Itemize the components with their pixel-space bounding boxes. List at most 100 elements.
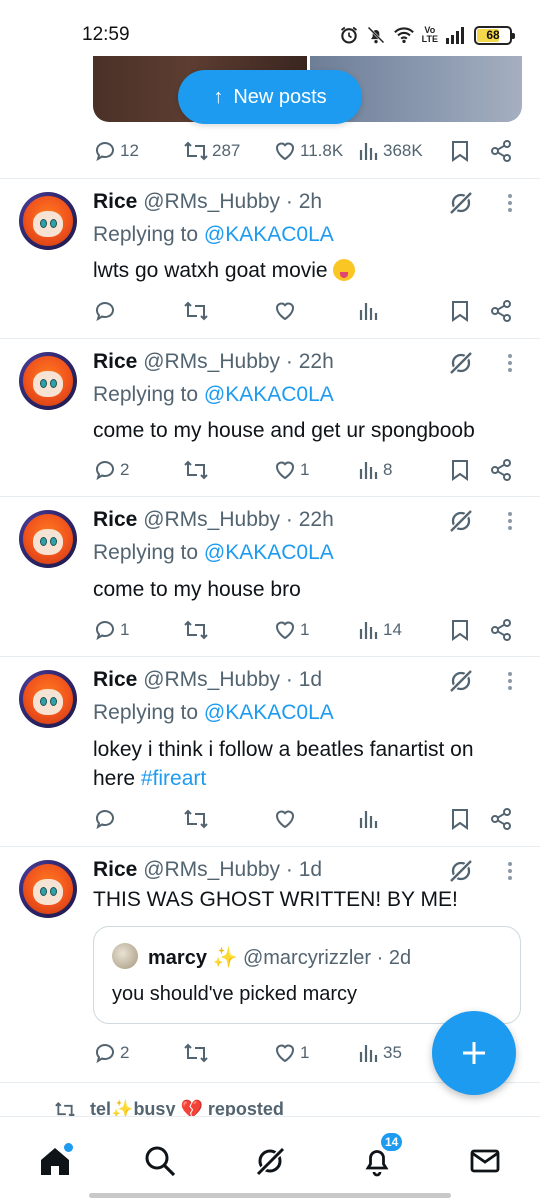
like-button[interactable]: 1 [273,456,309,484]
display-name: Rice [93,858,138,881]
repost-button[interactable] [183,297,212,325]
views-icon [359,811,378,828]
tweet-text: THIS WAS GHOST WRITTEN! BY ME! [93,885,513,914]
reply-icon [96,621,114,641]
volte-indicator: Vo LTE [421,25,438,44]
heart-icon [275,461,295,480]
share-icon [491,619,511,641]
reply-icon [96,461,114,481]
repost-button[interactable] [183,616,212,644]
grok-button[interactable] [448,668,474,694]
grok-button[interactable] [448,508,474,534]
quote-avatar[interactable] [112,943,138,969]
reply-button[interactable]: 1 [93,616,129,644]
avatar[interactable] [19,510,77,568]
tweet-time: · 1d [285,858,323,881]
heart-icon [275,810,295,829]
repost-button[interactable] [183,1039,212,1067]
repost-icon [184,620,208,640]
grok-icon [449,351,473,375]
views-button[interactable]: 368K [358,137,423,165]
bookmark-button[interactable] [449,456,471,484]
quote-name: marcy [148,947,207,969]
avatar[interactable] [19,352,77,410]
user-handle: @RMs_Hubby [143,350,281,373]
share-icon [491,140,511,162]
views-button[interactable]: 8 [358,456,392,484]
views-button[interactable]: 35 [358,1039,402,1067]
more-options-button[interactable] [503,350,517,376]
bookmark-button[interactable] [449,616,471,644]
avatar[interactable] [19,860,77,918]
home-unread-dot [64,1143,73,1152]
like-button[interactable] [273,297,300,325]
like-button[interactable]: 1 [273,1039,309,1067]
quote-header: marcy ✨ @marcyrizzler · 2d [148,945,411,970]
reply-button[interactable]: 2 [93,456,129,484]
reply-button[interactable]: 2 [93,1039,129,1067]
top-post-actions: 12 287 11.8K 368K [93,137,518,165]
grok-button[interactable] [448,190,474,216]
like-button[interactable]: 11.8K [273,137,343,165]
bookmark-button[interactable] [449,137,471,165]
repost-button[interactable] [183,805,212,833]
status-time: 12:59 [82,24,130,45]
more-options-button[interactable] [503,190,517,216]
reply-button[interactable] [93,805,120,833]
like-button[interactable]: 1 [273,616,309,644]
share-button[interactable] [489,805,513,833]
replying-to-handle[interactable]: @KAKAC0LA [204,383,334,406]
nav-grok[interactable] [250,1141,290,1181]
nav-home[interactable] [35,1141,75,1181]
bookmark-button[interactable] [449,297,471,325]
more-options-button[interactable] [503,508,517,534]
share-button[interactable] [489,137,513,165]
replying-to: Replying to @KAKAC0LA [93,383,334,406]
more-options-button[interactable] [503,858,517,884]
notifications-badge: 14 [379,1131,405,1153]
repost-button[interactable]: 287 [183,137,240,165]
avatar[interactable] [19,670,77,728]
display-name: Rice [93,190,138,213]
hashtag-link[interactable]: #fireart [141,767,206,790]
avatar[interactable] [19,192,77,250]
views-button[interactable] [358,297,383,325]
quote-tweet-card[interactable]: marcy ✨ @marcyrizzler · 2d you should've… [93,926,521,1024]
reply-button[interactable]: 12 [93,137,139,165]
tweet-text-content: lwts go watxh goat movie [93,259,328,282]
share-button[interactable] [489,616,513,644]
more-options-button[interactable] [503,668,517,694]
arrow-up-icon: ↑ [213,85,224,108]
replying-to-handle[interactable]: @KAKAC0LA [204,701,334,724]
new-posts-button[interactable]: ↑ New posts [178,70,362,124]
views-icon [359,1045,378,1062]
new-posts-label: New posts [233,85,327,108]
like-button[interactable] [273,805,300,833]
tweet-text: lwts go watxh goat movie [93,256,513,285]
display-name: Rice [93,668,138,691]
share-button[interactable] [489,297,513,325]
grok-button[interactable] [448,350,474,376]
grok-icon [449,669,473,693]
views-button[interactable]: 14 [358,616,402,644]
tweet-text-content: come to my house and get ur spongboob [93,419,475,442]
search-icon [145,1146,176,1177]
repost-button[interactable] [183,456,212,484]
nav-notifications[interactable]: 14 [357,1131,405,1181]
reply-button[interactable] [93,297,120,325]
bottom-nav: 14 [0,1116,540,1200]
wifi-icon [393,27,414,44]
replying-to-handle[interactable]: @KAKAC0LA [204,541,334,564]
views-button[interactable] [358,805,383,833]
replying-to-handle[interactable]: @KAKAC0LA [204,223,334,246]
share-button[interactable] [489,456,513,484]
grok-button[interactable] [448,858,474,884]
alarm-icon [340,26,357,44]
grok-icon [255,1146,286,1177]
gesture-bar [89,1193,451,1198]
nav-search[interactable] [140,1141,180,1181]
bookmark-button[interactable] [449,805,471,833]
compose-button[interactable] [432,1011,516,1095]
nav-messages[interactable] [465,1141,505,1181]
share-icon [491,808,511,830]
